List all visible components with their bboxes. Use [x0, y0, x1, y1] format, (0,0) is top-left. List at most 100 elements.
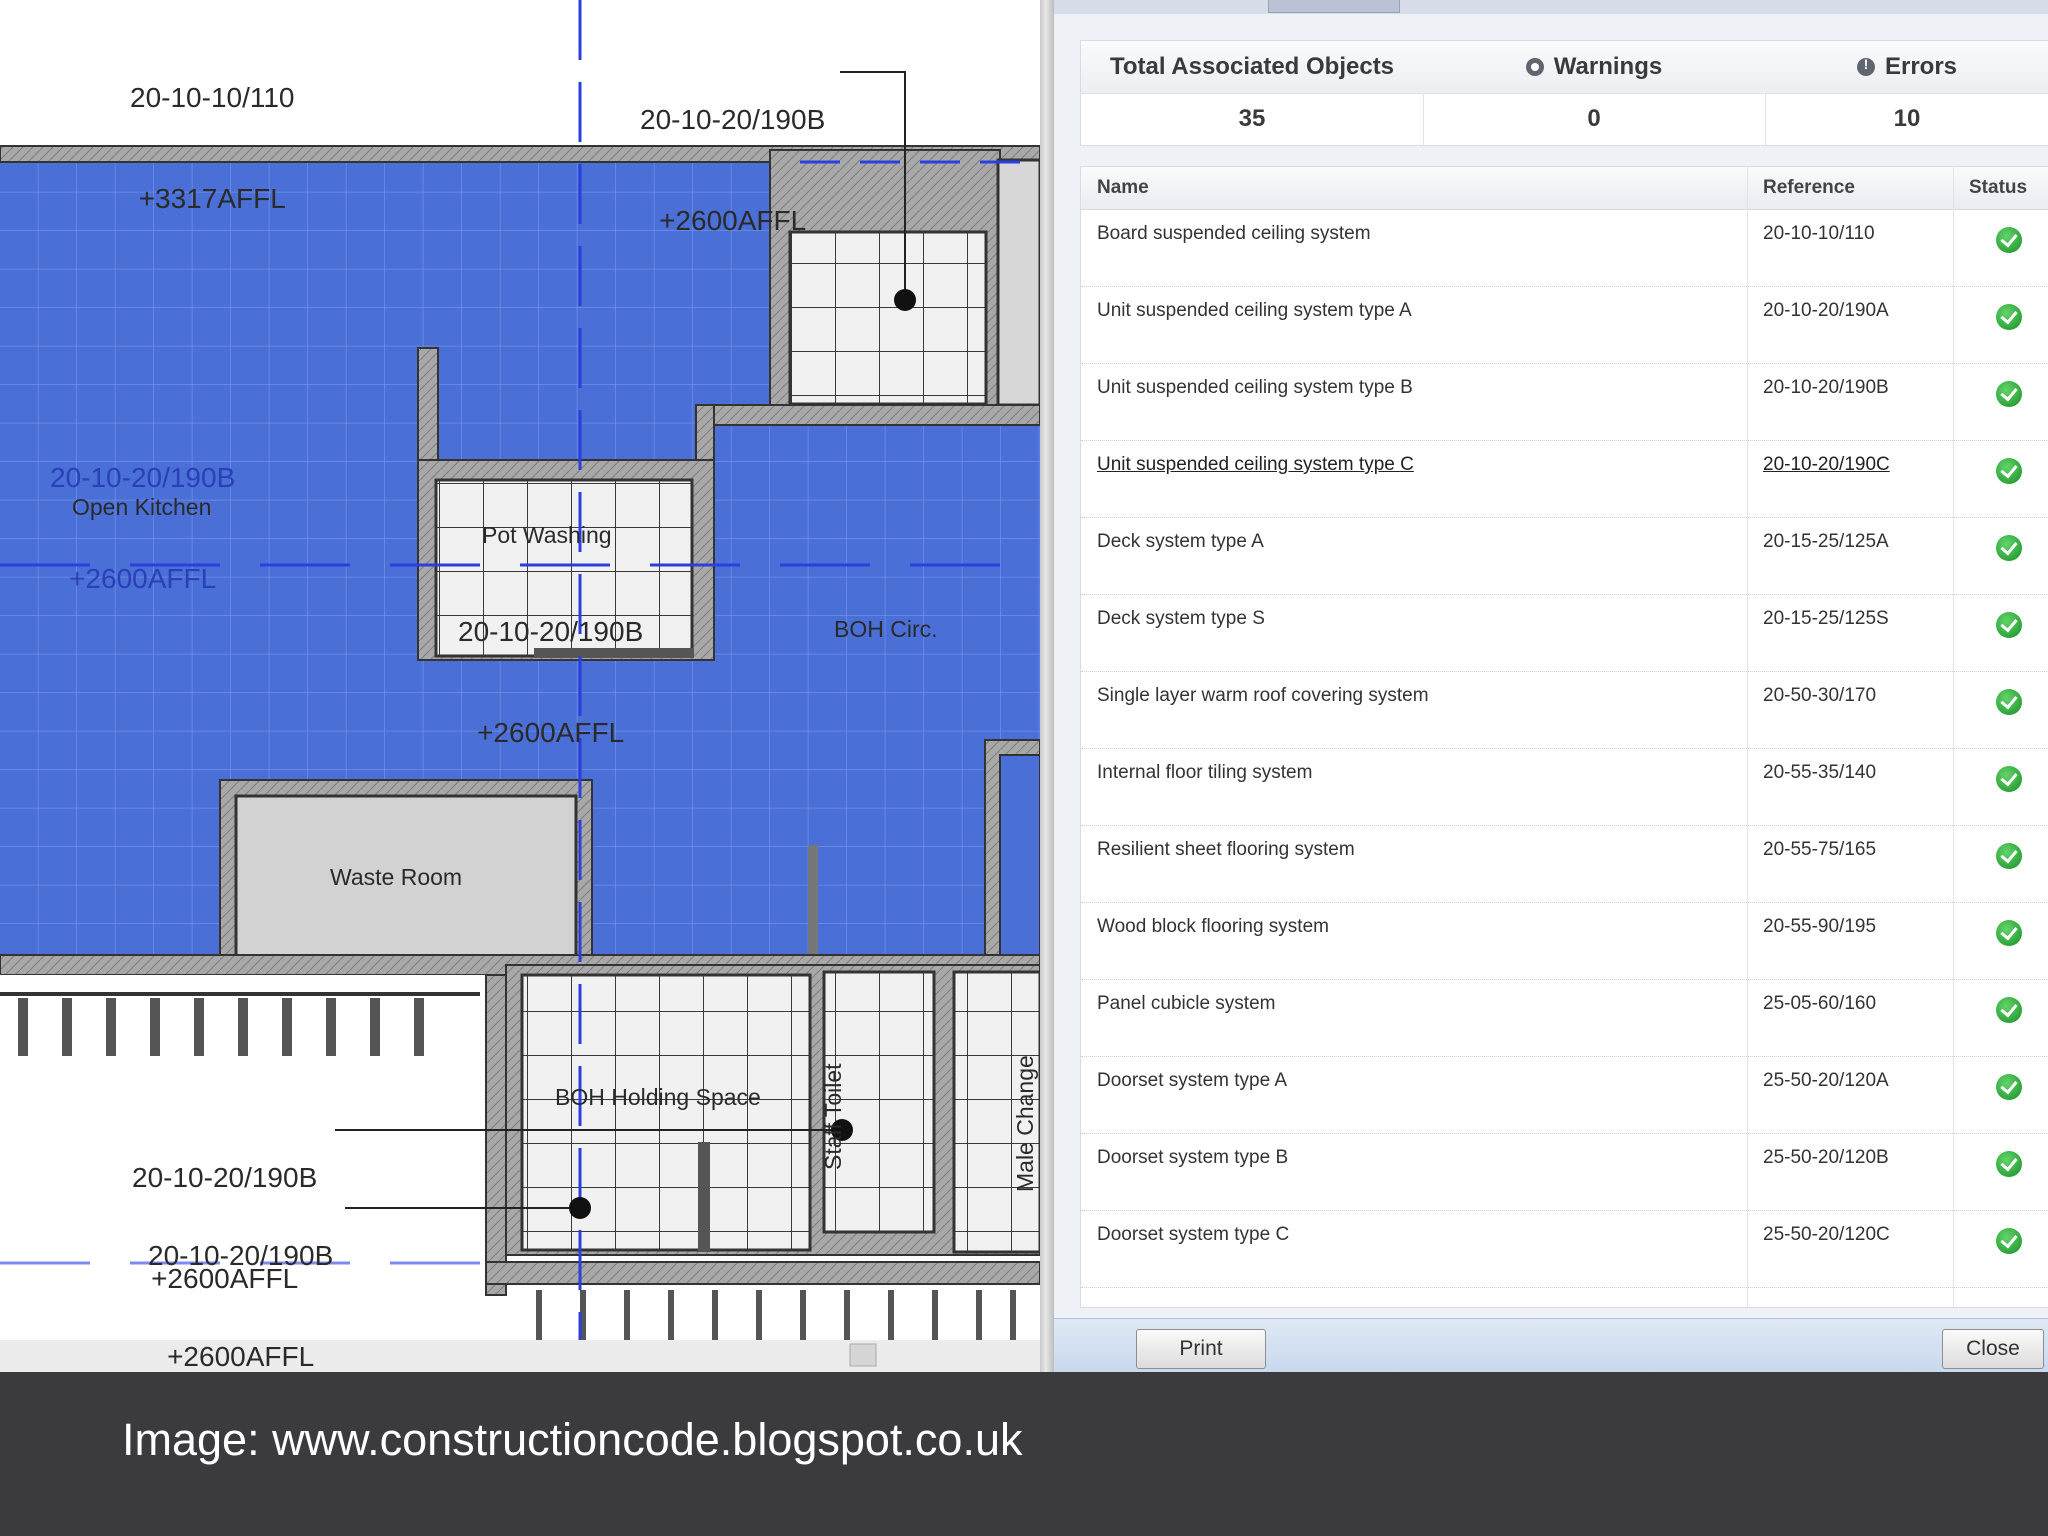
status-ok-icon — [1996, 1228, 2022, 1254]
table-row[interactable]: Single layer warm roof covering system 20… — [1081, 671, 2048, 749]
row-name[interactable]: Doorset system type B — [1097, 1147, 1288, 1169]
row-reference[interactable]: 20-10-10/110 — [1763, 223, 1875, 245]
error-icon — [1856, 56, 1875, 76]
caption-bar: Image: www.constructioncode.blogspot.co.… — [0, 1372, 2048, 1536]
row-reference[interactable]: 20-15-25/125S — [1763, 608, 1889, 630]
row-reference[interactable]: 25-50-20/120B — [1763, 1147, 1889, 1169]
status-ok-icon — [1996, 612, 2022, 638]
plan-tag-level: +2600AFFL — [659, 204, 807, 236]
row-reference[interactable]: 25-50-20/120C — [1763, 1224, 1890, 1246]
row-reference[interactable]: 20-50-30/170 — [1763, 685, 1876, 707]
status-ok-icon — [1996, 1074, 2022, 1100]
room-label-waste-room: Waste Room — [330, 864, 463, 890]
room-label-open-kitchen: Open Kitchen — [72, 494, 212, 520]
floor-plan-view[interactable]: 20-10-10/110 +3317AFFL 20-10-20/190B +26… — [0, 0, 1040, 1372]
column-header-name[interactable]: Name — [1097, 167, 1149, 209]
status-ok-icon — [1996, 458, 2022, 484]
row-reference[interactable]: 20-55-75/165 — [1763, 839, 1876, 861]
row-name[interactable]: Deck system type A — [1097, 531, 1264, 553]
plan-tag-ref: 20-10-20/190B — [50, 462, 236, 494]
status-ok-icon — [1996, 227, 2022, 253]
row-name[interactable]: Board suspended ceiling system — [1097, 223, 1371, 245]
row-name[interactable]: Wood block flooring system — [1097, 916, 1329, 938]
associated-objects-dialog: Total Associated Objects 35 Warnings 0 E… — [1054, 0, 2048, 1372]
table-row[interactable]: Wood block flooring system 20-55-90/195 — [1081, 902, 2048, 980]
row-reference[interactable]: 25-05-60/160 — [1763, 993, 1876, 1015]
plan-tag-ref: 20-10-20/190B — [458, 616, 644, 648]
summary-panel: Total Associated Objects 35 Warnings 0 E… — [1080, 40, 2048, 146]
image-credit: Image: www.constructioncode.blogspot.co.… — [122, 1414, 1023, 1465]
row-name[interactable]: Panel cubicle system — [1097, 993, 1275, 1015]
table-row[interactable]: Resilient sheet flooring system 20-55-75/… — [1081, 825, 2048, 903]
plan-tag: 20-10-20/190B +2600AFFL — [458, 548, 643, 817]
row-name[interactable]: Unit suspended ceiling system type A — [1097, 300, 1412, 322]
status-ok-icon — [1996, 381, 2022, 407]
room-label-boh-holding-space: BOH Holding Space — [555, 1084, 761, 1110]
status-ok-icon — [1996, 920, 2022, 946]
table-row[interactable]: Board suspended ceiling system 20-10-10/1… — [1081, 209, 2048, 287]
row-reference[interactable]: 20-10-20/190B — [1763, 377, 1889, 399]
plan-tag-level: +3317AFFL — [138, 182, 286, 214]
summary-total-value: 35 — [1238, 105, 1266, 132]
table-row[interactable]: Doorset system type A 25-50-20/120A — [1081, 1056, 2048, 1134]
dialog-top-tab[interactable] — [1268, 0, 1400, 13]
row-name[interactable]: Unit suspended ceiling system type B — [1097, 377, 1413, 399]
table-row[interactable]: Unit suspended ceiling system type B 20-1… — [1081, 363, 2048, 441]
row-name[interactable]: Internal floor tiling system — [1097, 762, 1312, 784]
plan-tag-ref: 20-10-20/190B — [148, 1240, 334, 1272]
plan-tag-level: +2600AFFL — [477, 716, 625, 748]
row-name[interactable]: Single layer warm roof covering system — [1097, 685, 1429, 707]
table-row[interactable]: Unit suspended ceiling system type C 20-1… — [1081, 440, 2048, 518]
row-name[interactable]: Deck system type S — [1097, 608, 1265, 630]
room-label-staff-toilet: Staff Toilet — [820, 1063, 846, 1170]
row-reference[interactable]: 20-55-35/140 — [1763, 762, 1876, 784]
table-row[interactable]: Panel cubicle system 25-05-60/160 — [1081, 979, 2048, 1057]
column-header-reference[interactable]: Reference — [1763, 167, 1855, 209]
plan-tag: 20-10-10/110 +3317AFFL — [130, 14, 295, 283]
summary-errors-label: Errors — [1884, 53, 1958, 80]
table-header: Name Reference Status — [1081, 167, 2048, 210]
status-ok-icon — [1996, 304, 2022, 330]
room-label-male-change: Male Change — [1012, 1055, 1038, 1192]
plan-tag: 20-10-20/190B +2600AFFL — [148, 1172, 333, 1372]
table-row[interactable]: Deck system type S 20-15-25/125S — [1081, 594, 2048, 672]
table-row[interactable]: Deck system type A 20-15-25/125A — [1081, 517, 2048, 595]
room-label-pot-washing: Pot Washing — [482, 522, 612, 548]
table-row[interactable]: Doorset system type C 25-50-20/120C — [1081, 1210, 2048, 1288]
table-row[interactable]: Unit suspended ceiling system type A 20-1… — [1081, 286, 2048, 364]
print-button[interactable]: Print — [1136, 1329, 1266, 1369]
plan-tag-level: +2600AFFL — [69, 562, 217, 594]
dialog-button-bar: Print Close — [1054, 1318, 2048, 1372]
room-label-boh-circ: BOH Circ. — [834, 616, 938, 642]
status-ok-icon — [1996, 689, 2022, 715]
summary-warnings: Warnings 0 — [1423, 41, 1766, 145]
row-reference[interactable]: 20-15-25/125A — [1763, 531, 1889, 553]
summary-total: Total Associated Objects 35 — [1081, 41, 1424, 145]
row-reference[interactable]: 20-10-20/190A — [1763, 300, 1889, 322]
row-reference[interactable]: 25-50-20/120A — [1763, 1070, 1889, 1092]
status-ok-icon — [1996, 997, 2022, 1023]
objects-table[interactable]: Name Reference Status Board suspended ce… — [1080, 166, 2048, 1308]
summary-warnings-value: 0 — [1587, 105, 1601, 132]
plan-tag: 20-10-20/190B +2600AFFL — [640, 36, 825, 305]
status-ok-icon — [1996, 843, 2022, 869]
dialog-top-strip — [1054, 0, 2048, 14]
summary-errors-value: 10 — [1893, 105, 1921, 132]
table-row[interactable]: Doorset system type B 25-50-20/120B — [1081, 1133, 2048, 1211]
row-name[interactable]: Doorset system type A — [1097, 1070, 1287, 1092]
table-row[interactable]: Internal floor tiling system 20-55-35/140 — [1081, 748, 2048, 826]
splitter[interactable] — [1040, 0, 1054, 1372]
row-name[interactable]: Unit suspended ceiling system type C — [1097, 454, 1414, 476]
row-name[interactable]: Resilient sheet flooring system — [1097, 839, 1355, 861]
row-name[interactable]: Doorset system type C — [1097, 1224, 1289, 1246]
summary-total-label: Total Associated Objects — [1081, 41, 1423, 94]
close-button[interactable]: Close — [1942, 1329, 2044, 1369]
row-reference[interactable]: 20-55-90/195 — [1763, 916, 1876, 938]
plan-tag-ref: 20-10-10/110 — [130, 82, 295, 114]
column-header-status[interactable]: Status — [1969, 167, 2027, 209]
summary-warnings-label: Warnings — [1553, 53, 1663, 80]
row-reference[interactable]: 20-10-20/190C — [1763, 454, 1890, 476]
status-ok-icon — [1996, 1151, 2022, 1177]
warning-icon — [1525, 58, 1544, 76]
status-ok-icon — [1996, 535, 2022, 561]
